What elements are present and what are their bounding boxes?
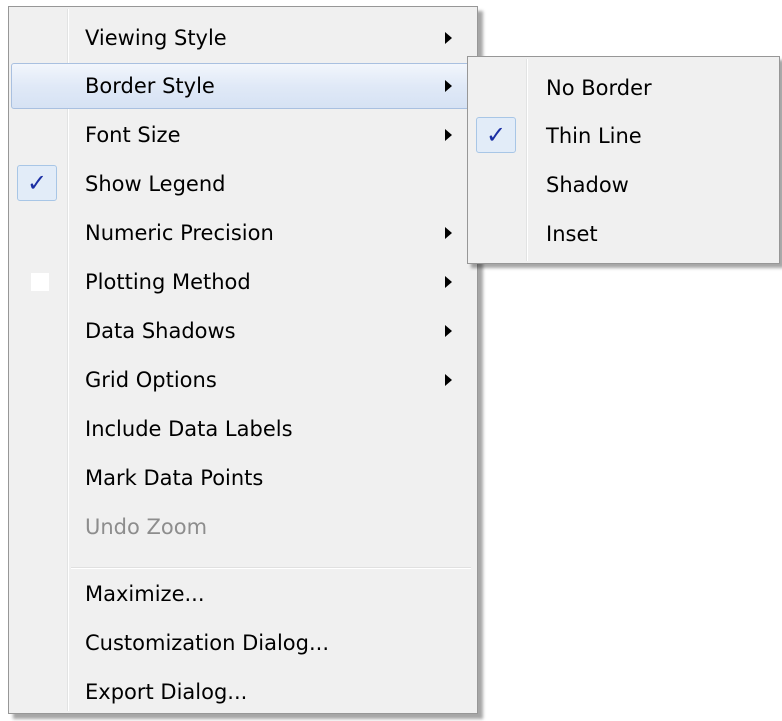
menu-item-viewing-style[interactable]: Viewing Style (11, 15, 475, 61)
menu-item-label: Font Size (85, 123, 181, 147)
screen: Viewing Style Border Style Font Size ✓ S… (0, 0, 782, 721)
menu-item-label: Show Legend (85, 172, 226, 196)
menu-item-label: Mark Data Points (85, 466, 264, 490)
unchecked-box-icon (31, 273, 49, 291)
submenu-item-inset[interactable]: Inset (470, 211, 776, 257)
menu-separator (71, 567, 471, 569)
submenu-item-shadow[interactable]: Shadow (470, 162, 776, 208)
check-icon: ✓ (476, 117, 516, 153)
menu-item-data-shadows[interactable]: Data Shadows (11, 308, 475, 354)
menu-item-label: Grid Options (85, 368, 217, 392)
menu-item-label: Shadow (546, 173, 629, 197)
menu-item-label: Thin Line (546, 124, 642, 148)
menu-item-label: Data Shadows (85, 319, 236, 343)
submenu-arrow-icon (445, 227, 452, 239)
submenu-arrow-icon (445, 276, 452, 288)
menu-item-label: Plotting Method (85, 270, 251, 294)
menu-item-label: Inset (546, 222, 598, 246)
menu-item-plotting-method[interactable]: Plotting Method (11, 259, 475, 305)
menu-item-label: Numeric Precision (85, 221, 274, 245)
menu-item-numeric-precision[interactable]: Numeric Precision (11, 210, 475, 256)
submenu-arrow-icon (445, 129, 452, 141)
menu-item-font-size[interactable]: Font Size (11, 112, 475, 158)
menu-item-label: Border Style (85, 74, 215, 98)
menu-item-label: Maximize... (85, 582, 205, 606)
menu-item-customization-dialog[interactable]: Customization Dialog... (11, 620, 475, 666)
menu-item-border-style[interactable]: Border Style (11, 63, 475, 109)
menu-item-mark-data-points[interactable]: Mark Data Points (11, 455, 475, 501)
submenu-item-no-border[interactable]: No Border (470, 65, 776, 111)
submenu-arrow-icon (445, 80, 452, 92)
menu-item-show-legend[interactable]: ✓ Show Legend (11, 161, 475, 207)
menu-item-include-data-labels[interactable]: Include Data Labels (11, 406, 475, 452)
menu-item-label: Customization Dialog... (85, 631, 329, 655)
border-style-submenu: No Border ✓ Thin Line Shadow Inset (467, 56, 780, 264)
menu-item-export-dialog[interactable]: Export Dialog... (11, 669, 475, 715)
menu-item-label: No Border (546, 76, 652, 100)
submenu-arrow-icon (445, 32, 452, 44)
menu-item-label: Include Data Labels (85, 417, 293, 441)
check-icon: ✓ (17, 165, 57, 201)
submenu-arrow-icon (445, 325, 452, 337)
menu-item-grid-options[interactable]: Grid Options (11, 357, 475, 403)
submenu-arrow-icon (445, 374, 452, 386)
menu-item-undo-zoom: Undo Zoom (11, 504, 475, 550)
menu-item-maximize[interactable]: Maximize... (11, 571, 475, 617)
submenu-item-thin-line[interactable]: ✓ Thin Line (470, 113, 776, 159)
context-menu: Viewing Style Border Style Font Size ✓ S… (8, 6, 478, 714)
menu-item-label: Viewing Style (85, 26, 227, 50)
menu-item-label: Undo Zoom (85, 515, 208, 539)
menu-item-label: Export Dialog... (85, 680, 248, 704)
